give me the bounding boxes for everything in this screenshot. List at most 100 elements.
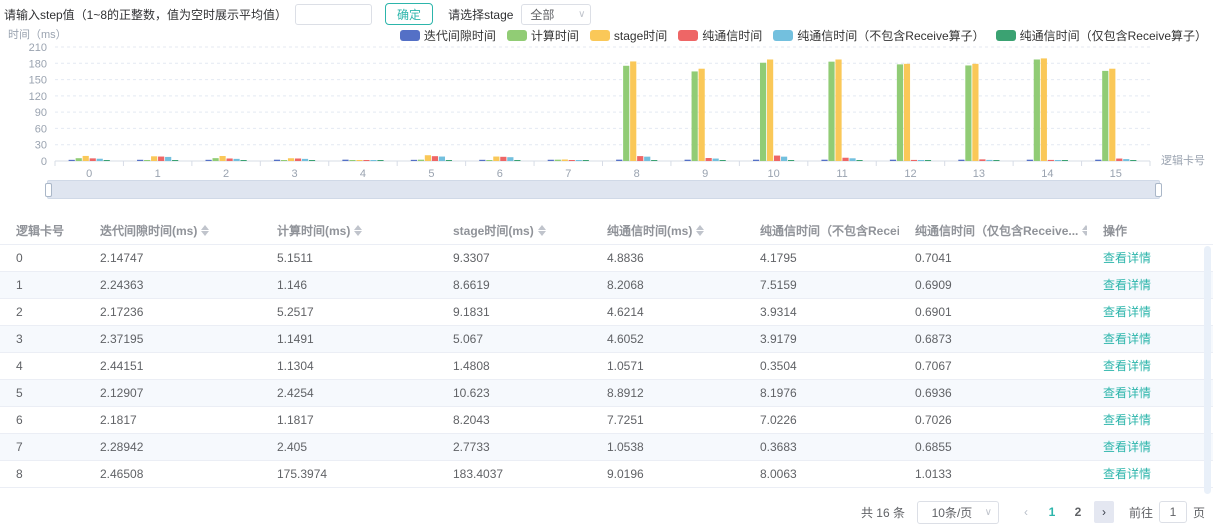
chart-bar	[219, 156, 225, 161]
chart-bar	[788, 160, 794, 161]
table-cell: 1.0538	[591, 433, 744, 460]
table-cell: 2.46508	[84, 460, 261, 487]
goto-page-input[interactable]	[1159, 501, 1187, 523]
table-row: 52.129072.425410.6238.89128.19760.6936查看…	[0, 379, 1213, 406]
column-header-label: 迭代间隙时间(ms)	[100, 222, 197, 239]
x-tick-label: 10	[767, 168, 779, 180]
chart-bar	[205, 160, 211, 161]
x-tick-label: 14	[1041, 168, 1053, 180]
table-cell: 1.0571	[591, 352, 744, 379]
prev-page-button[interactable]: ‹	[1016, 501, 1036, 523]
table-cell: 0	[0, 244, 84, 271]
view-details-link[interactable]: 查看详情	[1103, 413, 1151, 427]
table-cell-action: 查看详情	[1087, 271, 1213, 298]
svg-text:0: 0	[41, 156, 47, 168]
chevron-down-icon: ∨	[578, 9, 585, 20]
table-cell: 8.8912	[591, 379, 744, 406]
table-cell: 2.24363	[84, 271, 261, 298]
view-details-link[interactable]: 查看详情	[1103, 332, 1151, 346]
chart-bar	[1041, 58, 1047, 161]
table-cell: 0.6855	[899, 433, 1087, 460]
confirm-button[interactable]: 确定	[385, 3, 433, 25]
sort-icon[interactable]	[538, 225, 546, 236]
table-cell: 1	[0, 271, 84, 298]
view-details-link[interactable]: 查看详情	[1103, 251, 1151, 265]
chart-bar	[302, 159, 308, 161]
chart-bar	[446, 160, 452, 161]
stage-select-value: 全部	[530, 6, 554, 23]
page-suffix-label: 页	[1193, 504, 1205, 521]
table-cell: 8.1976	[744, 379, 899, 406]
goto-page: 前往 页	[1129, 501, 1205, 523]
column-header-6[interactable]: 纯通信时间（仅包含Receive...	[899, 218, 1087, 244]
table-cell: 5.067	[437, 325, 591, 352]
chart-bar	[295, 159, 301, 161]
chart-bar	[418, 160, 424, 161]
stage-select[interactable]: 全部 ∨	[521, 4, 591, 25]
chart-bar	[767, 59, 773, 161]
table-cell-action: 查看详情	[1087, 406, 1213, 433]
chart-bar	[1116, 159, 1122, 161]
x-tick-label: 4	[360, 168, 366, 180]
sort-icon[interactable]	[201, 225, 209, 236]
page-number-2[interactable]: 2	[1068, 501, 1088, 523]
table-row: 72.289422.4052.77331.05380.36830.6855查看详…	[0, 433, 1213, 460]
chart-bar	[370, 160, 376, 161]
table-cell: 2	[0, 298, 84, 325]
chart-bar	[972, 64, 978, 161]
table-cell: 8.2043	[437, 406, 591, 433]
chart-bar	[569, 160, 575, 161]
table-scrollbar[interactable]	[1204, 246, 1211, 494]
view-details-link[interactable]: 查看详情	[1103, 305, 1151, 319]
chevron-down-icon: ∨	[985, 507, 992, 518]
x-tick-label: 11	[836, 168, 847, 180]
chart-bar	[240, 160, 246, 161]
table-cell: 2.7733	[437, 433, 591, 460]
view-details-link[interactable]: 查看详情	[1103, 359, 1151, 373]
view-details-link[interactable]: 查看详情	[1103, 440, 1151, 454]
x-tick-label: 12	[904, 168, 916, 180]
chart-bar	[849, 158, 855, 161]
table-cell: 9.0196	[591, 460, 744, 487]
chart-bar	[555, 160, 561, 161]
chart-bar	[309, 160, 315, 161]
sort-icon[interactable]	[696, 225, 704, 236]
svg-text:210: 210	[29, 42, 47, 54]
chart-bar	[821, 160, 827, 161]
chart-bar	[685, 160, 691, 161]
table-cell: 7.0226	[744, 406, 899, 433]
sort-icon[interactable]	[1082, 225, 1087, 236]
view-details-link[interactable]: 查看详情	[1103, 278, 1151, 292]
page-size-select[interactable]: 10条/页 ∨	[917, 501, 999, 524]
sort-icon[interactable]	[354, 225, 362, 236]
view-details-link[interactable]: 查看详情	[1103, 386, 1151, 400]
table-cell: 1.1304	[261, 352, 437, 379]
svg-text:30: 30	[35, 140, 47, 152]
next-page-button[interactable]: ›	[1094, 501, 1114, 523]
column-header-5[interactable]: 纯通信时间（不包含Receive...	[744, 218, 899, 244]
column-header-4[interactable]: 纯通信时间(ms)	[591, 218, 744, 244]
column-header-1[interactable]: 迭代间隙时间(ms)	[84, 218, 261, 244]
datazoom-right-handle[interactable]	[1155, 183, 1162, 197]
chart-bar	[226, 158, 232, 161]
table-cell: 0.7026	[899, 406, 1087, 433]
chart-bar	[835, 59, 841, 161]
chart-bar	[507, 157, 513, 161]
column-header-3[interactable]: stage时间(ms)	[437, 218, 591, 244]
chart-bar	[576, 160, 582, 161]
datazoom-left-handle[interactable]	[45, 183, 52, 197]
column-header-2[interactable]: 计算时间(ms)	[261, 218, 437, 244]
datazoom-slider[interactable]	[47, 180, 1160, 199]
table-cell-action: 查看详情	[1087, 352, 1213, 379]
chart-bar	[137, 160, 143, 161]
table-row: 02.147475.15119.33074.88364.17950.7041查看…	[0, 244, 1213, 271]
table-cell: 2.4254	[261, 379, 437, 406]
step-input[interactable]	[295, 4, 372, 25]
table-cell: 0.7041	[899, 244, 1087, 271]
x-tick-label: 3	[291, 168, 297, 180]
chart-bar	[637, 156, 643, 161]
x-tick-label: 8	[634, 168, 640, 180]
page-number-1[interactable]: 1	[1042, 501, 1062, 523]
x-tick-label: 13	[973, 168, 985, 180]
view-details-link[interactable]: 查看详情	[1103, 467, 1151, 481]
